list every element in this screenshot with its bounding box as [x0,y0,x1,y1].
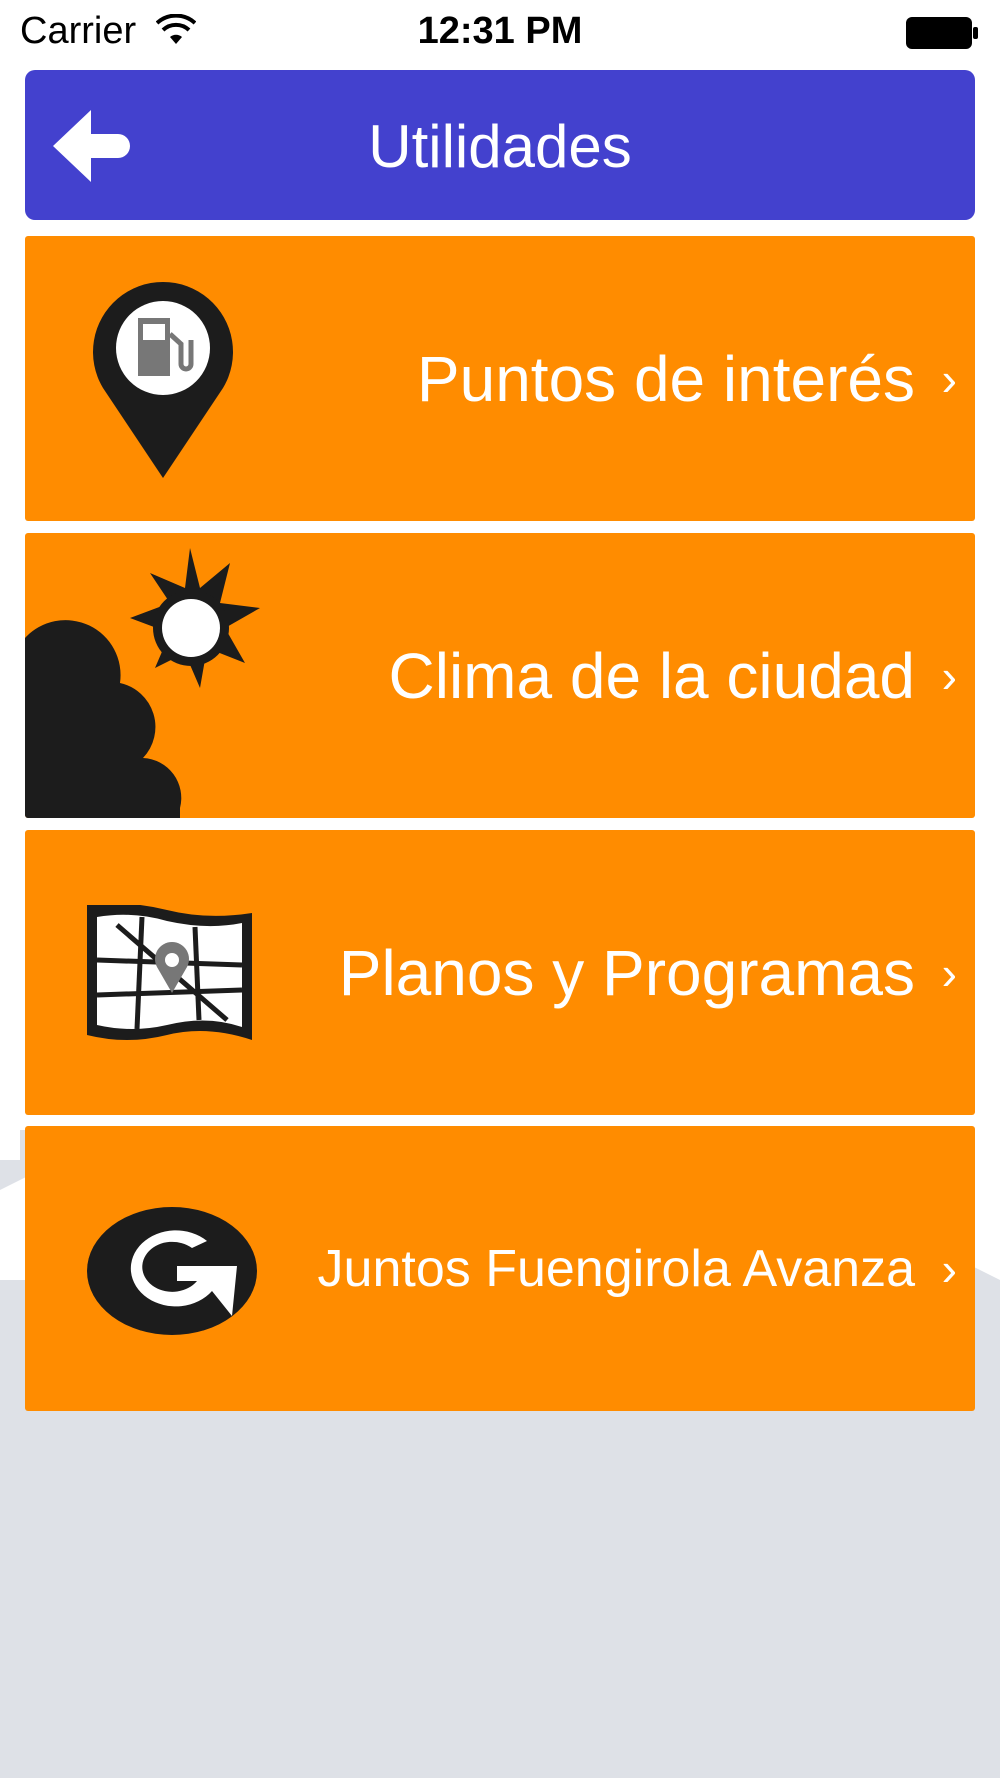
menu-item-label: Clima de la ciudad [388,639,916,712]
menu-item-puntos-de-interes[interactable]: Puntos de interés › [25,236,975,521]
chevron-right-icon: › [941,1242,957,1295]
header-bar: Utilidades [25,70,975,220]
status-bar: Carrier 12:31 PM [0,0,1000,66]
menu-item-juntos-fuengirola[interactable]: Juntos Fuengirola Avanza › [25,1126,975,1411]
chevron-right-icon: › [941,352,957,405]
chevron-right-icon: › [941,946,957,999]
page-title: Utilidades [368,113,632,180]
menu-item-planos[interactable]: Planos y Programas › [25,830,975,1115]
status-time: 12:31 PM [417,10,583,52]
menu-item-label: Juntos Fuengirola Avanza [317,1239,915,1298]
menu-item-label: Puntos de interés [416,342,915,415]
menu-item-clima[interactable]: Clima de la ciudad › [25,533,975,818]
chevron-right-icon: › [941,649,957,702]
battery-icon [906,17,978,49]
menu-item-label: Planos y Programas [338,936,915,1009]
